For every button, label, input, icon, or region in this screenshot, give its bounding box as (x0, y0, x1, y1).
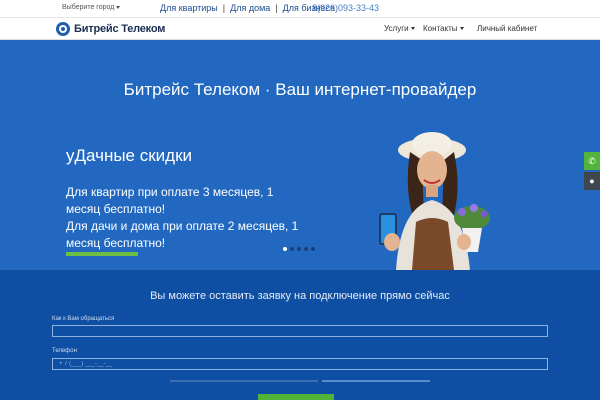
carousel-dot[interactable] (297, 247, 301, 251)
callback-tab[interactable]: ✆ (584, 152, 600, 170)
top-bar: Выберите город Для квартиры | Для дома | Для… (0, 0, 600, 18)
phone-number[interactable]: 8(926)093-33-43 (312, 3, 379, 13)
woman-with-phone-image (379, 132, 490, 270)
hero-banner: Битрейс Телеком · Ваш интернет-провайдер… (0, 40, 600, 270)
chevron-down-icon (410, 27, 415, 31)
request-form: Вы можете оставить заявку на подключение… (0, 270, 600, 400)
carousel-dot[interactable] (290, 247, 294, 251)
name-label: Как к Вам обращаться (52, 316, 115, 322)
phone-icon: ✆ (588, 156, 596, 166)
name-input[interactable] (52, 325, 548, 337)
carousel-dot[interactable] (283, 247, 287, 251)
slide-title: уДачные скидки (66, 146, 193, 165)
logo[interactable]: Битрейс Телеком (56, 21, 165, 37)
logo-icon (56, 22, 70, 36)
slide-text-house: Для дачи и дома при оплате 2 месяцев, 1 … (66, 219, 299, 250)
location-tab[interactable]: ● (584, 172, 600, 190)
divider: | (222, 3, 226, 13)
link-house[interactable]: Для дома (230, 3, 270, 13)
city-selector-label: Выберите город (62, 4, 115, 11)
link-apartment[interactable]: Для квартиры (160, 3, 218, 13)
slide-more-button[interactable] (66, 252, 138, 256)
chevron-down-icon (459, 27, 464, 31)
divider: | (275, 3, 278, 13)
menu-services-label: Услуги (384, 24, 409, 33)
slide-text-apartment: Для квартир при оплате 3 месяцев, 1 меся… (66, 185, 274, 216)
carousel-dot[interactable] (311, 247, 315, 251)
menu-services[interactable]: Услуги (384, 24, 415, 33)
phone-label: Телефон (52, 348, 77, 354)
location-pin-icon: ● (589, 176, 595, 186)
menu-cabinet[interactable]: Личный кабинет (477, 24, 537, 33)
hero-title: Битрейс Телеком · Ваш интернет-провайдер (123, 80, 477, 99)
menu-contacts[interactable]: Контакты (423, 24, 464, 33)
main-nav: Битрейс Телеком Услуги Контакты Личный к… (0, 18, 600, 40)
city-selector[interactable]: Выберите город (62, 4, 121, 11)
menu-contacts-label: Контакты (423, 24, 458, 33)
consent-text (170, 380, 430, 384)
chevron-down-icon (116, 5, 121, 9)
logo-text: Битрейс Телеком (74, 23, 166, 35)
carousel-dots (283, 247, 315, 251)
phone-input[interactable] (52, 358, 548, 370)
submit-button[interactable] (258, 394, 334, 400)
carousel-dot[interactable] (304, 247, 308, 251)
form-title: Вы можете оставить заявку на подключение… (150, 290, 450, 302)
slide-text: Для квартир при оплате 3 месяцев, 1 меся… (66, 184, 306, 252)
segment-links: Для квартиры | Для дома | Для бизнеса (160, 3, 335, 13)
